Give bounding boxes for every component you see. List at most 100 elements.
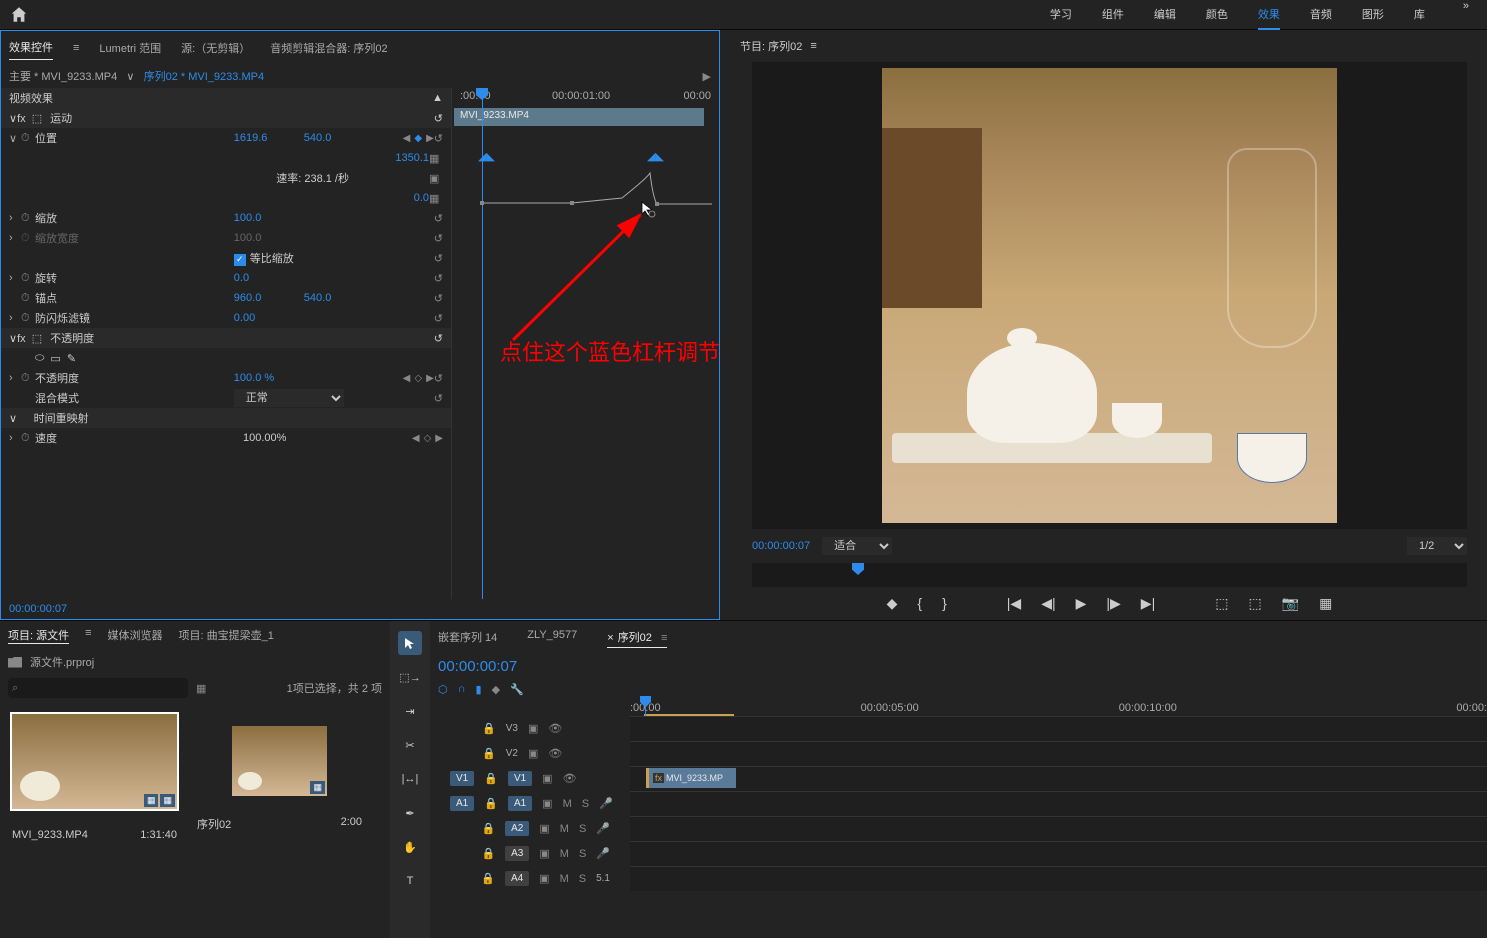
marker-icon[interactable]: ◆ — [887, 595, 898, 612]
toggle-output-icon[interactable]: ▣ — [528, 722, 538, 735]
timeline-clip[interactable]: fx MVI_9233.MP — [646, 768, 736, 788]
position-y-value[interactable]: 540.0 — [304, 132, 374, 144]
razor-tool-icon[interactable]: ✂ — [398, 733, 422, 757]
filter-icon[interactable]: ▦ — [196, 682, 206, 695]
solo-icon[interactable]: S — [579, 823, 586, 835]
reset-icon[interactable]: ↺ — [434, 272, 443, 285]
section-opacity[interactable]: ∨ fx ⬚ 不透明度 ↺ — [1, 328, 451, 348]
goto-in-icon[interactable]: |◀ — [1007, 595, 1021, 612]
position-x-value[interactable]: 1619.6 — [234, 132, 304, 144]
goto-out-icon[interactable]: ▶| — [1141, 595, 1155, 612]
lock-icon[interactable]: 🔒 — [481, 872, 495, 885]
panel-menu-icon[interactable]: ≡ — [810, 40, 816, 52]
slip-tool-icon[interactable]: |↔| — [398, 767, 422, 791]
expand-icon[interactable]: ∨ — [9, 132, 21, 145]
ws-tab-effects[interactable]: 效果 — [1258, 0, 1280, 30]
source-patch-a1[interactable]: A1 — [450, 796, 474, 811]
pen-tool-icon[interactable]: ✒ — [398, 801, 422, 825]
section-motion[interactable]: ∨ fx ⬚ 运动 ↺ — [1, 108, 451, 128]
toggle-output-icon[interactable]: ▣ — [542, 772, 552, 785]
mute-icon[interactable]: M — [560, 873, 569, 885]
track-target-v1[interactable]: V1 — [508, 771, 532, 786]
voiceover-icon[interactable]: 🎤 — [599, 797, 613, 810]
fit-select[interactable]: 适合 — [822, 537, 892, 555]
graph-icon[interactable]: ▦ — [429, 152, 443, 165]
home-icon[interactable] — [10, 6, 28, 24]
reset-icon[interactable]: ↺ — [434, 232, 443, 245]
track-a3[interactable]: 🔒 A3 ▣ M S 🎤 — [430, 841, 1487, 866]
keyframe-handle[interactable]: ◢◣ — [478, 150, 495, 163]
track-target-a1[interactable]: A1 — [508, 796, 532, 811]
ws-tab-assembly[interactable]: 组件 — [1102, 0, 1124, 30]
lock-icon[interactable]: 🔒 — [482, 747, 496, 760]
tab-project-other[interactable]: 项目: 曲宝提梁壶_1 — [179, 627, 274, 644]
section-toggle-icon[interactable]: ▲ — [432, 92, 443, 104]
step-fwd-icon[interactable]: |▶ — [1106, 595, 1120, 612]
toggle-output-icon[interactable]: ▣ — [539, 847, 549, 860]
stopwatch-icon[interactable]: ⏱ — [21, 312, 35, 325]
scale-value[interactable]: 100.0 — [234, 212, 304, 224]
stopwatch-icon[interactable]: ⏱ — [21, 432, 35, 445]
reset-icon[interactable]: ↺ — [434, 392, 443, 405]
ripple-edit-tool-icon[interactable]: ⇥ — [398, 699, 422, 723]
step-back-icon[interactable]: ◀| — [1041, 595, 1055, 612]
type-tool-icon[interactable]: T — [398, 869, 422, 893]
lock-icon[interactable]: 🔒 — [484, 797, 498, 810]
track-target-a3[interactable]: A3 — [505, 846, 529, 861]
expand-icon[interactable]: › — [9, 372, 21, 384]
toggle-output-icon[interactable]: ▣ — [539, 872, 549, 885]
tab-audiomixer[interactable]: 音频剪辑混合器: 序列02 — [270, 36, 387, 60]
anchor-y-value[interactable]: 540.0 — [304, 292, 374, 304]
toggle-output-icon[interactable]: ▣ — [539, 822, 549, 835]
toggle-output-icon[interactable]: ▣ — [528, 747, 538, 760]
panel-menu-icon[interactable]: ≡ — [658, 632, 667, 644]
save-preset-icon[interactable]: ▣ — [429, 172, 443, 185]
lock-icon[interactable]: 🔒 — [484, 772, 498, 785]
eye-icon[interactable]: 👁 — [563, 772, 577, 785]
mute-icon[interactable]: M — [563, 798, 572, 810]
toggle-output-icon[interactable]: ▣ — [542, 797, 552, 810]
solo-icon[interactable]: S — [579, 848, 586, 860]
zoom-select[interactable]: 1/2 — [1407, 537, 1467, 555]
project-item[interactable]: ▦ 序列02 2:00 — [197, 714, 362, 841]
timeline-timecode[interactable]: 00:00:00:07 — [438, 658, 517, 675]
track-v2[interactable]: 🔒 V2 ▣ 👁 — [430, 741, 1487, 766]
blend-mode-select[interactable]: 正常 — [234, 389, 344, 407]
breadcrumb-seq[interactable]: 序列02 * MVI_9233.MP4 — [144, 71, 264, 83]
track-a4[interactable]: 🔒 A4 ▣ M S 5.1 — [430, 866, 1487, 891]
add-keyframe-icon[interactable]: ◆ — [414, 133, 422, 144]
track-v1[interactable]: V1 🔒 V1 ▣ 👁 fx MVI_9233.MP — [430, 766, 1487, 791]
ws-tab-learn[interactable]: 学习 — [1050, 0, 1072, 30]
program-preview[interactable] — [882, 68, 1337, 523]
stopwatch-icon[interactable]: ⏱ — [21, 212, 35, 225]
reset-icon[interactable]: ↺ — [434, 312, 443, 325]
rect-mask-icon[interactable]: ▭ — [50, 352, 60, 365]
play-icon[interactable]: ▶ — [703, 70, 711, 83]
linked-selection-icon[interactable]: ∩ — [458, 683, 466, 696]
section-timeremap[interactable]: ∨fx 时间重映射 — [1, 408, 451, 428]
thumbnail[interactable]: ▦▦ — [12, 714, 177, 809]
lock-icon[interactable]: 🔒 — [481, 822, 495, 835]
ellipse-mask-icon[interactable]: ⬭ — [35, 352, 44, 365]
tab-source[interactable]: 源:（无剪辑） — [181, 36, 250, 60]
track-target-a2[interactable]: A2 — [505, 821, 529, 836]
add-keyframe-icon[interactable]: ◇ — [424, 433, 432, 444]
panel-menu-icon[interactable]: ≡ — [73, 42, 79, 54]
next-keyframe-icon[interactable]: ▶ — [426, 373, 434, 384]
opacity-value[interactable]: 100.0 % — [234, 372, 304, 384]
add-keyframe-icon[interactable]: ◇ — [414, 373, 422, 384]
playhead-line[interactable] — [482, 88, 483, 599]
tab-effect-controls[interactable]: 效果控件 — [9, 35, 53, 60]
stopwatch-icon[interactable]: ⏱ — [21, 372, 35, 385]
marker-icon[interactable]: ▮ — [476, 683, 482, 696]
keyframe-handle[interactable]: ◢◣ — [647, 150, 664, 163]
extract-icon[interactable]: ⬚ — [1248, 595, 1261, 612]
track-v3[interactable]: 🔒 V3 ▣ 👁 — [430, 716, 1487, 741]
effect-timecode[interactable]: 00:00:00:07 — [1, 599, 719, 619]
stopwatch-icon[interactable]: ⏱ — [21, 132, 35, 145]
reset-icon[interactable]: ↺ — [434, 332, 443, 345]
source-patch-v1[interactable]: V1 — [450, 771, 474, 786]
panel-menu-icon[interactable]: ≡ — [85, 627, 91, 644]
rotation-value[interactable]: 0.0 — [234, 272, 304, 284]
export-frame-icon[interactable]: 📷 — [1282, 595, 1299, 612]
